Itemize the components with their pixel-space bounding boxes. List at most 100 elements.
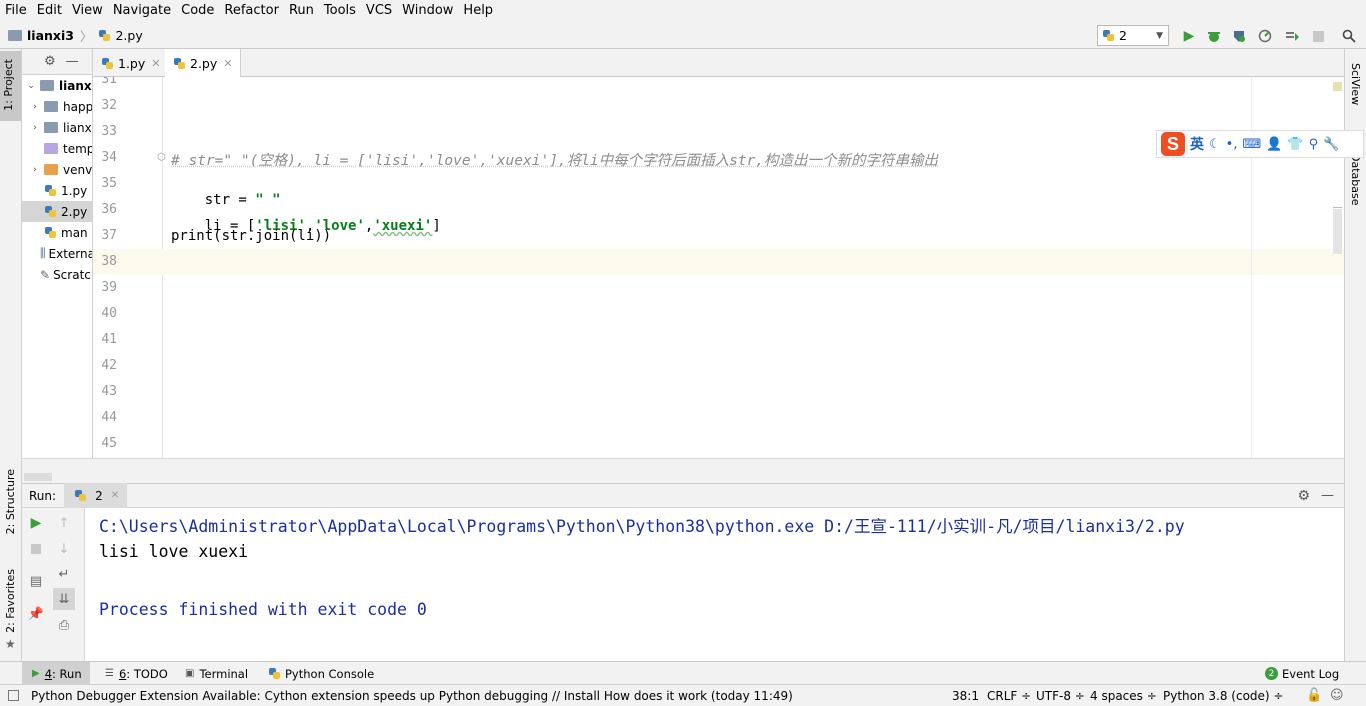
- menu-help[interactable]: Help: [458, 0, 498, 22]
- sciview-tool-tab[interactable]: SciView: [1345, 63, 1366, 123]
- project-tree-item[interactable]: ⌄ lianxi3: [22, 75, 92, 96]
- breadcrumb-file[interactable]: 2.py: [115, 28, 142, 43]
- profile-button[interactable]: [1256, 27, 1274, 45]
- stop-button[interactable]: [1309, 27, 1327, 45]
- search-icon[interactable]: ⚲: [1309, 137, 1319, 152]
- menu-view[interactable]: View: [67, 0, 108, 22]
- tab-1-py[interactable]: 1.py ✕: [93, 49, 170, 77]
- event-log-tab[interactable]: 2 Event Log: [1265, 662, 1339, 685]
- print-icon[interactable]: ⎙: [55, 616, 73, 634]
- favorites-tab-label: 2: Favorites: [4, 569, 17, 633]
- horizontal-scrollbar-thumb[interactable]: [24, 473, 52, 481]
- line-separator[interactable]: CRLF ÷: [987, 685, 1031, 706]
- scroll-up-icon[interactable]: ↑: [55, 514, 73, 532]
- run-tab-2[interactable]: 2 ✕: [64, 483, 128, 508]
- menu-file[interactable]: File: [0, 0, 32, 22]
- project-tool-tab[interactable]: 1: Project: [0, 51, 21, 121]
- pin-icon[interactable]: 📌: [27, 605, 45, 623]
- scroll-to-end-icon[interactable]: ⇊: [53, 588, 75, 610]
- run-button[interactable]: ▶: [1180, 27, 1198, 45]
- tab-2-py[interactable]: 2.py ✕: [165, 49, 242, 78]
- console-command: C:\Users\Administrator\AppData\Local\Pro…: [99, 517, 1185, 536]
- folder-icon: [44, 101, 58, 112]
- gear-icon[interactable]: ⚙: [1297, 488, 1310, 504]
- wrench-icon[interactable]: 🔧: [1323, 137, 1339, 152]
- project-tree-item[interactable]: temp: [22, 138, 92, 159]
- moon-icon[interactable]: ☾: [1209, 137, 1221, 152]
- menu-edit[interactable]: Edit: [32, 0, 67, 22]
- structure-tab-label: 2: Structure: [4, 469, 17, 535]
- close-icon[interactable]: ✕: [151, 57, 160, 70]
- sogou-logo-icon[interactable]: S: [1161, 132, 1185, 156]
- restore-layout-icon[interactable]: ▤: [27, 572, 45, 590]
- menu-run[interactable]: Run: [284, 0, 319, 22]
- status-message[interactable]: Python Debugger Extension Available: Cyt…: [31, 685, 793, 706]
- project-tree-item[interactable]: man: [22, 222, 88, 243]
- stop-icon[interactable]: [27, 540, 45, 558]
- project-tree-item[interactable]: › lianx: [22, 117, 92, 138]
- lock-icon[interactable]: 🔓: [1306, 685, 1322, 706]
- fold-marker-icon[interactable]: ⬡: [157, 152, 166, 163]
- project-tree-item[interactable]: ✎Scratche: [22, 264, 92, 285]
- menu-tools[interactable]: Tools: [319, 0, 361, 22]
- file-encoding[interactable]: UTF-8 ÷: [1036, 685, 1085, 706]
- menu-window[interactable]: Window: [397, 0, 458, 22]
- menu-navigate[interactable]: Navigate: [108, 0, 176, 22]
- tool-tab-todo[interactable]: ☰ 6: TODO: [105, 662, 168, 685]
- project-tree-item[interactable]: › venv: [22, 159, 92, 180]
- database-tool-tab[interactable]: Database: [1345, 153, 1366, 213]
- tool-tab-python-console[interactable]: Python Console: [268, 662, 374, 685]
- run-configuration-select[interactable]: 2 ▼: [1097, 25, 1169, 46]
- star-icon: ★: [5, 637, 16, 651]
- menu-vcs[interactable]: VCS: [361, 0, 397, 22]
- minimize-icon[interactable]: —: [66, 54, 79, 69]
- chevron-down-icon[interactable]: ⌄: [26, 81, 36, 91]
- punctuation-icon[interactable]: •,: [1226, 137, 1238, 152]
- soft-wrap-icon[interactable]: ↵: [55, 565, 73, 583]
- menu-code[interactable]: Code: [176, 0, 219, 22]
- code-line-37: print(str.join(li)): [171, 228, 332, 244]
- tool-tab-terminal[interactable]: ▣ Terminal: [185, 662, 248, 685]
- skin-icon[interactable]: 👕: [1287, 137, 1303, 152]
- status-toggle-icon[interactable]: [8, 685, 19, 706]
- structure-tool-tab[interactable]: 2: Structure: [2, 469, 20, 551]
- chevron-right-icon[interactable]: ›: [30, 165, 40, 175]
- concurrency-icon: [1286, 32, 1299, 41]
- line-number: 45: [101, 436, 117, 451]
- concurrency-button[interactable]: [1283, 27, 1301, 45]
- line-number: 44: [101, 410, 117, 425]
- python-interpreter[interactable]: Python 3.8 (code) ÷: [1163, 685, 1283, 706]
- close-icon[interactable]: ✕: [111, 490, 119, 501]
- close-icon[interactable]: ✕: [223, 57, 232, 70]
- search-everywhere-button[interactable]: [1340, 27, 1358, 45]
- inspection-status-icon[interactable]: [1333, 82, 1342, 91]
- run-with-coverage-button[interactable]: [1230, 27, 1248, 45]
- breadcrumb-project[interactable]: lianxi3: [27, 28, 74, 43]
- scroll-down-icon[interactable]: ↓: [55, 540, 73, 558]
- editor-scrollbar-thumb[interactable]: [1333, 209, 1342, 254]
- ime-mode-label[interactable]: 英: [1190, 134, 1204, 154]
- keyboard-icon[interactable]: ⌨: [1242, 137, 1261, 152]
- user-icon[interactable]: 👤: [1266, 137, 1282, 152]
- gear-icon[interactable]: ⚙: [44, 54, 56, 69]
- debug-button[interactable]: [1205, 27, 1223, 45]
- rerun-icon[interactable]: ▶: [27, 514, 45, 532]
- run-console[interactable]: C:\Users\Administrator\AppData\Local\Pro…: [84, 508, 1344, 661]
- ime-toolbar: S 英 ☾ •, ⌨ 👤 👕 ⚲ 🔧: [1156, 130, 1364, 158]
- chevron-right-icon[interactable]: ›: [30, 123, 40, 133]
- tool-tab-run[interactable]: ▶ 4: Run: [22, 662, 90, 685]
- project-tree-label: lianxi3: [59, 78, 92, 93]
- project-tree-item[interactable]: ⫼External: [22, 243, 92, 264]
- menu-refactor[interactable]: Refactor: [219, 0, 284, 22]
- chevron-right-icon[interactable]: ›: [30, 102, 40, 112]
- todo-icon: ☰: [105, 668, 114, 679]
- project-tree-item[interactable]: › happ: [22, 96, 92, 117]
- hector-icon[interactable]: ☺: [1330, 685, 1344, 706]
- project-tree-item[interactable]: 2.py: [22, 201, 92, 222]
- project-tree-label: 1.py: [61, 183, 88, 198]
- project-tree-item[interactable]: 1.py: [22, 180, 87, 201]
- favorites-tool-tab[interactable]: 2: Favorites ★: [2, 569, 20, 651]
- caret-position[interactable]: 38:1: [952, 685, 979, 706]
- minimize-icon[interactable]: —: [1321, 488, 1334, 503]
- indent-setting[interactable]: 4 spaces ÷: [1090, 685, 1157, 706]
